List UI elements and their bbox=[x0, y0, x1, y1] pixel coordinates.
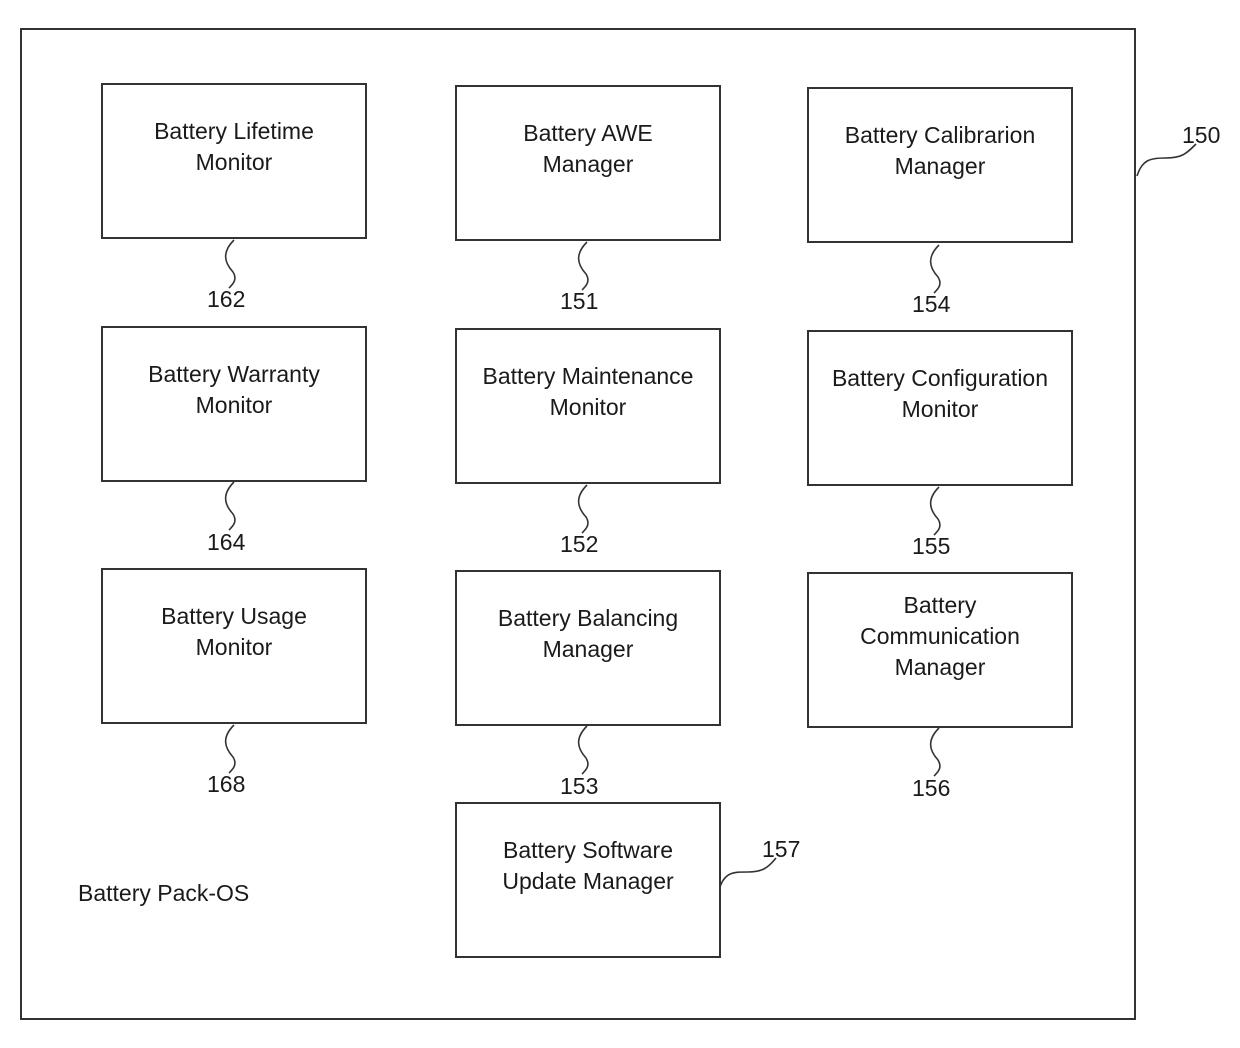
ref-numeral-151: 151 bbox=[560, 288, 599, 314]
module-label: Battery Communication Manager bbox=[860, 591, 1020, 680]
ref-numeral-154: 154 bbox=[912, 291, 951, 317]
ref-numeral-164: 164 bbox=[207, 529, 246, 555]
module-label: Battery Calibrarion Manager bbox=[844, 122, 1036, 179]
ref-numeral-156: 156 bbox=[912, 775, 951, 801]
module-lifetime-monitor: Battery Lifetime Monitor bbox=[101, 83, 367, 239]
container-label: Battery Pack-OS bbox=[78, 880, 250, 906]
module-software-update-manager: Battery Software Update Manager bbox=[455, 802, 721, 958]
module-balancing-manager: Battery Balancing Manager bbox=[455, 570, 721, 726]
module-label: Battery Software Update Manager bbox=[502, 837, 674, 894]
module-label: Battery Configuration Monitor bbox=[831, 365, 1049, 422]
module-configuration-monitor: Battery Configuration Monitor bbox=[807, 330, 1073, 486]
module-maintenance-monitor: Battery Maintenance Monitor bbox=[455, 328, 721, 484]
module-communication-manager: Battery Communication Manager bbox=[807, 572, 1073, 728]
module-label: Battery Usage Monitor bbox=[161, 603, 307, 660]
module-warranty-monitor: Battery Warranty Monitor bbox=[101, 326, 367, 482]
ref-numeral-157: 157 bbox=[762, 836, 801, 862]
ref-numeral-150: 150 bbox=[1182, 122, 1221, 148]
module-label: Battery Warranty Monitor bbox=[148, 361, 320, 418]
ref-numeral-168: 168 bbox=[207, 771, 246, 797]
ref-numeral-155: 155 bbox=[912, 533, 951, 559]
module-usage-monitor: Battery Usage Monitor bbox=[101, 568, 367, 724]
ref-numeral-152: 152 bbox=[560, 531, 599, 557]
module-label: Battery AWE Manager bbox=[523, 120, 653, 177]
ref-numeral-162: 162 bbox=[207, 286, 246, 312]
module-calibration-manager: Battery Calibrarion Manager bbox=[807, 87, 1073, 243]
module-label: Battery Balancing Manager bbox=[497, 605, 679, 662]
module-awe-manager: Battery AWE Manager bbox=[455, 85, 721, 241]
module-label: Battery Maintenance Monitor bbox=[482, 363, 694, 420]
module-label: Battery Lifetime Monitor bbox=[154, 118, 314, 175]
ref-numeral-153: 153 bbox=[560, 773, 599, 799]
